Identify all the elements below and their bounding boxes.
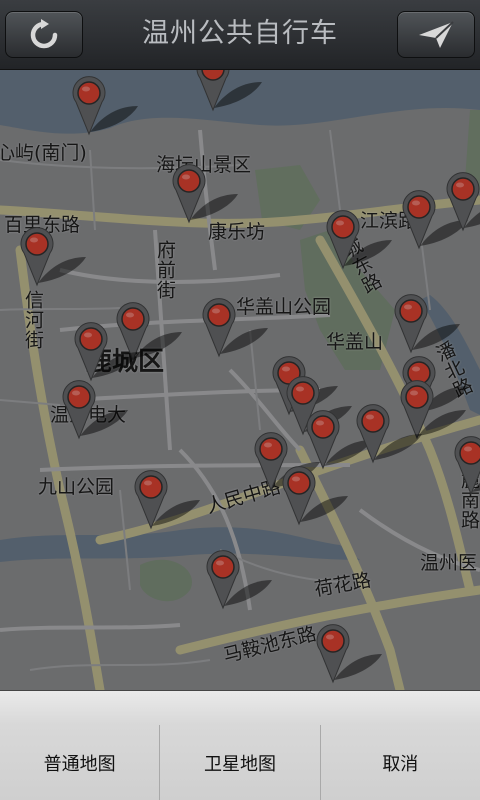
- bike-station-pin[interactable]: [72, 76, 142, 138]
- bike-station-pin[interactable]: [206, 550, 276, 612]
- dialog-button-row: 普通地图 卫星地图 取消: [0, 725, 480, 800]
- send-icon: [419, 20, 454, 48]
- satellite-map-button[interactable]: 卫星地图: [160, 725, 321, 800]
- bike-station-pin[interactable]: [316, 624, 386, 686]
- bike-station-pin[interactable]: [454, 436, 480, 498]
- title-bar: 温州公共自行车: [0, 0, 480, 70]
- map-label-huagai: 华盖山: [326, 331, 384, 353]
- map-view[interactable]: 心屿(南门) 海坛山景区 康乐坊 江滨路 百里东路 府前街 信河街 华盖山公园 …: [0, 70, 480, 690]
- bike-station-pin[interactable]: [196, 70, 266, 114]
- map-label-xinhe: 信河街: [22, 290, 44, 350]
- map-label-fuqian: 府前街: [154, 240, 176, 300]
- bike-station-pin[interactable]: [202, 298, 272, 360]
- normal-map-button[interactable]: 普通地图: [0, 725, 161, 800]
- bike-station-pin[interactable]: [62, 380, 132, 442]
- cancel-button[interactable]: 取消: [321, 725, 480, 800]
- map-type-dialog: 普通地图 卫星地图 取消: [0, 690, 480, 800]
- map-label-xinyu: 心屿(南门): [0, 142, 87, 164]
- bike-station-pin[interactable]: [134, 470, 204, 532]
- bike-station-pin[interactable]: [356, 404, 426, 466]
- map-label-jiushan: 九山公园: [38, 476, 115, 498]
- bike-station-pin[interactable]: [446, 172, 480, 234]
- bike-station-pin[interactable]: [172, 164, 242, 226]
- bike-station-pin[interactable]: [20, 227, 90, 289]
- dialog-top-strip: [0, 691, 480, 725]
- map-label-wenzhou-yi: 温州医: [420, 552, 478, 574]
- send-location-button[interactable]: [397, 11, 475, 58]
- bike-station-pin[interactable]: [282, 466, 352, 528]
- bike-station-pin[interactable]: [326, 210, 396, 272]
- bike-station-pin[interactable]: [74, 322, 144, 384]
- bike-station-pin[interactable]: [394, 294, 464, 356]
